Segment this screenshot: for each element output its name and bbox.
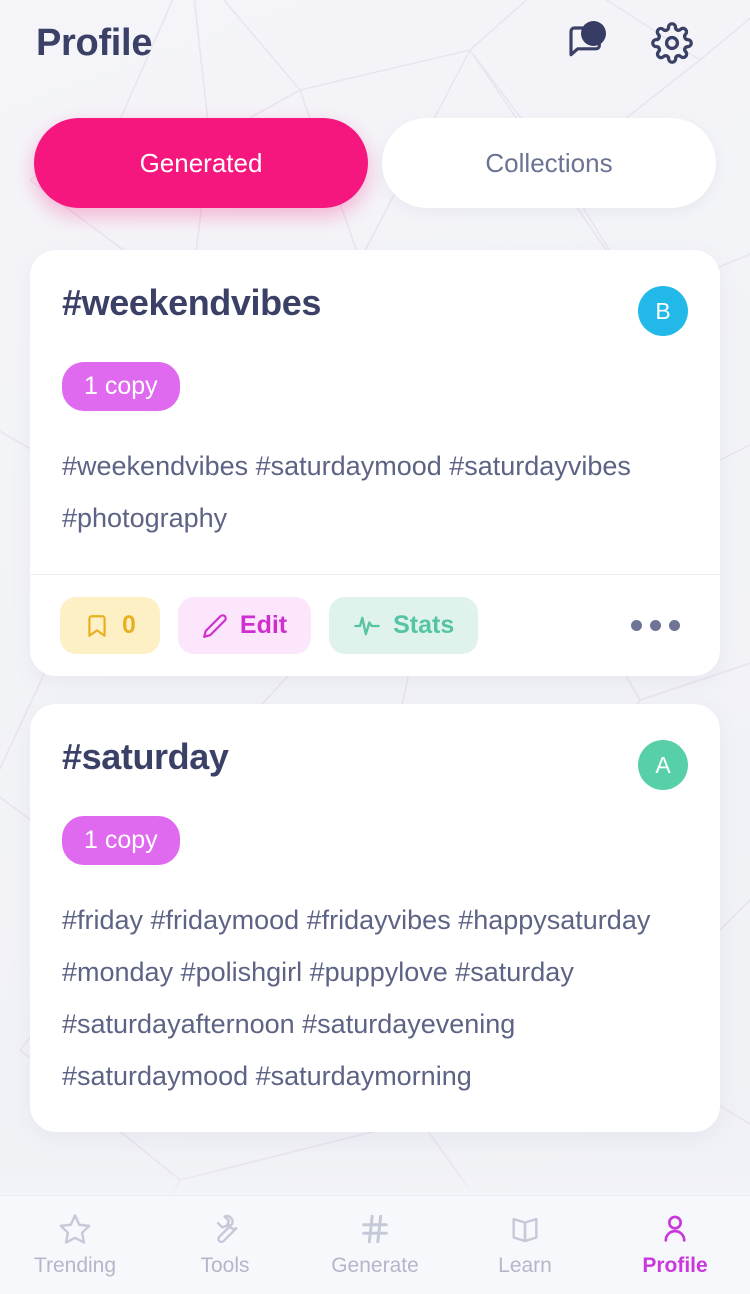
pencil-icon (202, 614, 227, 638)
hashtag-card[interactable]: #saturday A 1 copy #friday #fridaymood #… (30, 704, 720, 1133)
notification-badge (581, 21, 606, 46)
more-options-button[interactable] (621, 606, 690, 645)
hash-icon (362, 1214, 388, 1244)
nav-item-trending[interactable]: Trending (0, 1212, 150, 1278)
card-title: #weekendvibes (62, 282, 321, 323)
avatar: A (638, 740, 688, 791)
generated-list[interactable]: #weekendvibes B 1 copy #weekendvibes #sa… (0, 208, 750, 1294)
stats-label: Stats (393, 611, 455, 640)
avatar: B (638, 286, 688, 336)
card-title: #saturday (62, 736, 229, 778)
dot-icon (669, 620, 680, 632)
book-icon (512, 1217, 538, 1243)
save-count: 0 (122, 611, 136, 640)
copy-count-badge: 1 copy (62, 816, 180, 866)
messages-button[interactable] (562, 19, 610, 67)
tab-generated[interactable]: Generated (34, 118, 368, 208)
settings-button[interactable] (648, 19, 696, 67)
nav-label: Profile (642, 1254, 708, 1277)
card-header: #weekendvibes B (62, 282, 688, 336)
nav-item-generate[interactable]: Generate (300, 1212, 450, 1278)
card-body: #weekendvibes B 1 copy #weekendvibes #sa… (30, 250, 720, 574)
tab-collections[interactable]: Collections (382, 118, 716, 208)
nav-label: Tools (200, 1254, 250, 1277)
nav-label: Generate (331, 1254, 419, 1277)
card-body: #saturday A 1 copy #friday #fridaymood #… (30, 704, 720, 1132)
profile-tabs: Generated Collections (0, 86, 750, 208)
nav-label: Learn (498, 1254, 552, 1277)
nav-item-profile[interactable]: Profile (600, 1212, 750, 1278)
wrench-icon (216, 1214, 238, 1244)
tab-generated-label: Generated (139, 147, 263, 178)
hashtag-text: #weekendvibes #saturdaymood #saturdayvib… (62, 450, 631, 533)
card-header: #saturday A (62, 736, 688, 791)
stats-button[interactable]: Stats (329, 597, 479, 655)
page-title: Profile (36, 21, 153, 64)
activity-pulse-icon (354, 616, 380, 636)
nav-item-learn[interactable]: Learn (450, 1212, 600, 1278)
hashtag-card[interactable]: #weekendvibes B 1 copy #weekendvibes #sa… (30, 250, 720, 677)
app-header: Profile (0, 0, 750, 86)
header-actions (562, 19, 722, 67)
nav-item-tools[interactable]: Tools (150, 1212, 300, 1278)
card-action-bar: 0 Edit Stats (30, 574, 720, 676)
nav-label: Trending (33, 1254, 117, 1277)
bottom-navigation: Trending Tools Generate Learn Profile (0, 1195, 750, 1294)
dot-icon (650, 620, 661, 632)
copy-count-badge: 1 copy (62, 362, 180, 411)
tab-collections-label: Collections (485, 147, 613, 178)
dot-icon (631, 620, 642, 632)
edit-label: Edit (239, 611, 288, 640)
gear-icon (651, 22, 693, 64)
star-icon (59, 1214, 91, 1244)
bookmark-icon (88, 615, 106, 637)
person-icon (664, 1215, 686, 1242)
app-root: Profile Generated Collections #weekendvi… (0, 0, 750, 1294)
save-button[interactable]: 0 (60, 597, 160, 655)
hashtag-text: #friday #fridaymood #fridayvibes #happys… (62, 905, 651, 1091)
edit-button[interactable]: Edit (177, 597, 312, 655)
